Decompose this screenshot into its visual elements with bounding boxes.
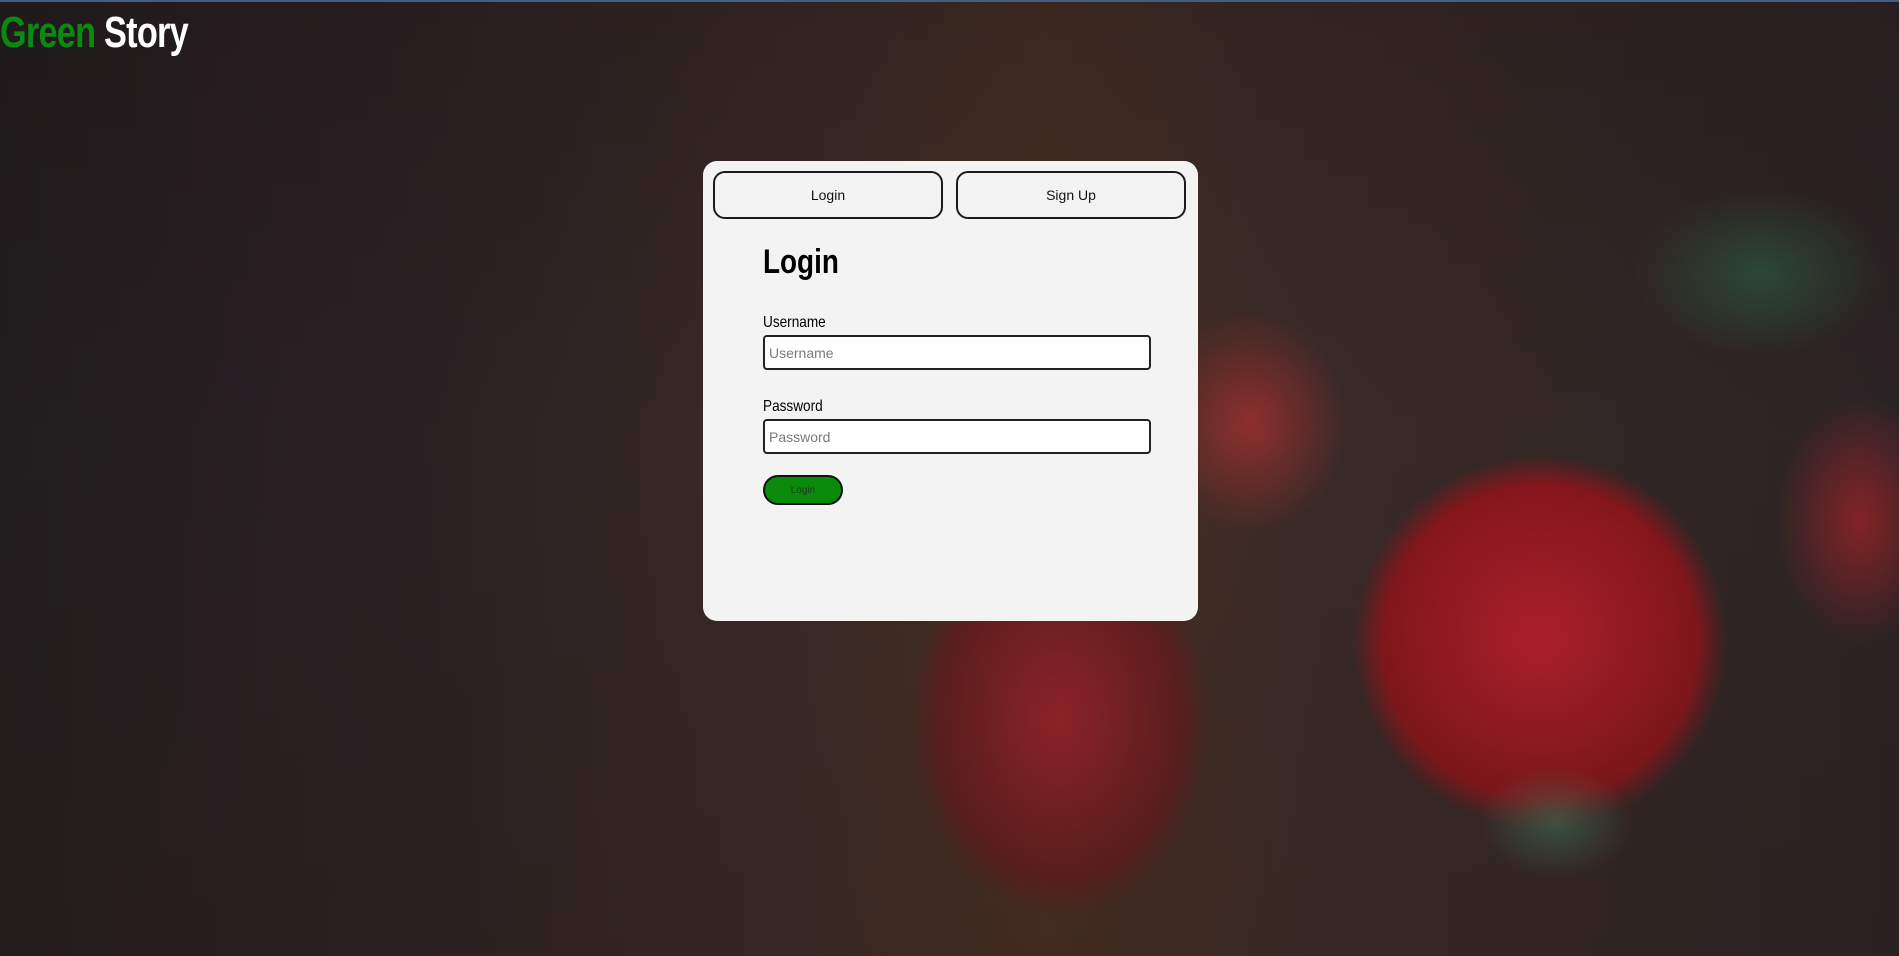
brand-word-story: Story xyxy=(104,8,189,57)
brand-logo: Green Story xyxy=(0,8,189,58)
brand-word-green: Green xyxy=(0,8,96,57)
password-label: Password xyxy=(763,398,823,415)
form-title: Login xyxy=(763,243,839,281)
login-card: Login Sign Up Login Username Password Lo… xyxy=(703,161,1198,621)
username-input[interactable] xyxy=(763,335,1151,370)
tab-login[interactable]: Login xyxy=(713,171,943,219)
login-submit-button[interactable]: Login xyxy=(763,475,843,505)
username-label: Username xyxy=(763,314,826,331)
tab-signup[interactable]: Sign Up xyxy=(956,171,1186,219)
password-input[interactable] xyxy=(763,419,1151,454)
